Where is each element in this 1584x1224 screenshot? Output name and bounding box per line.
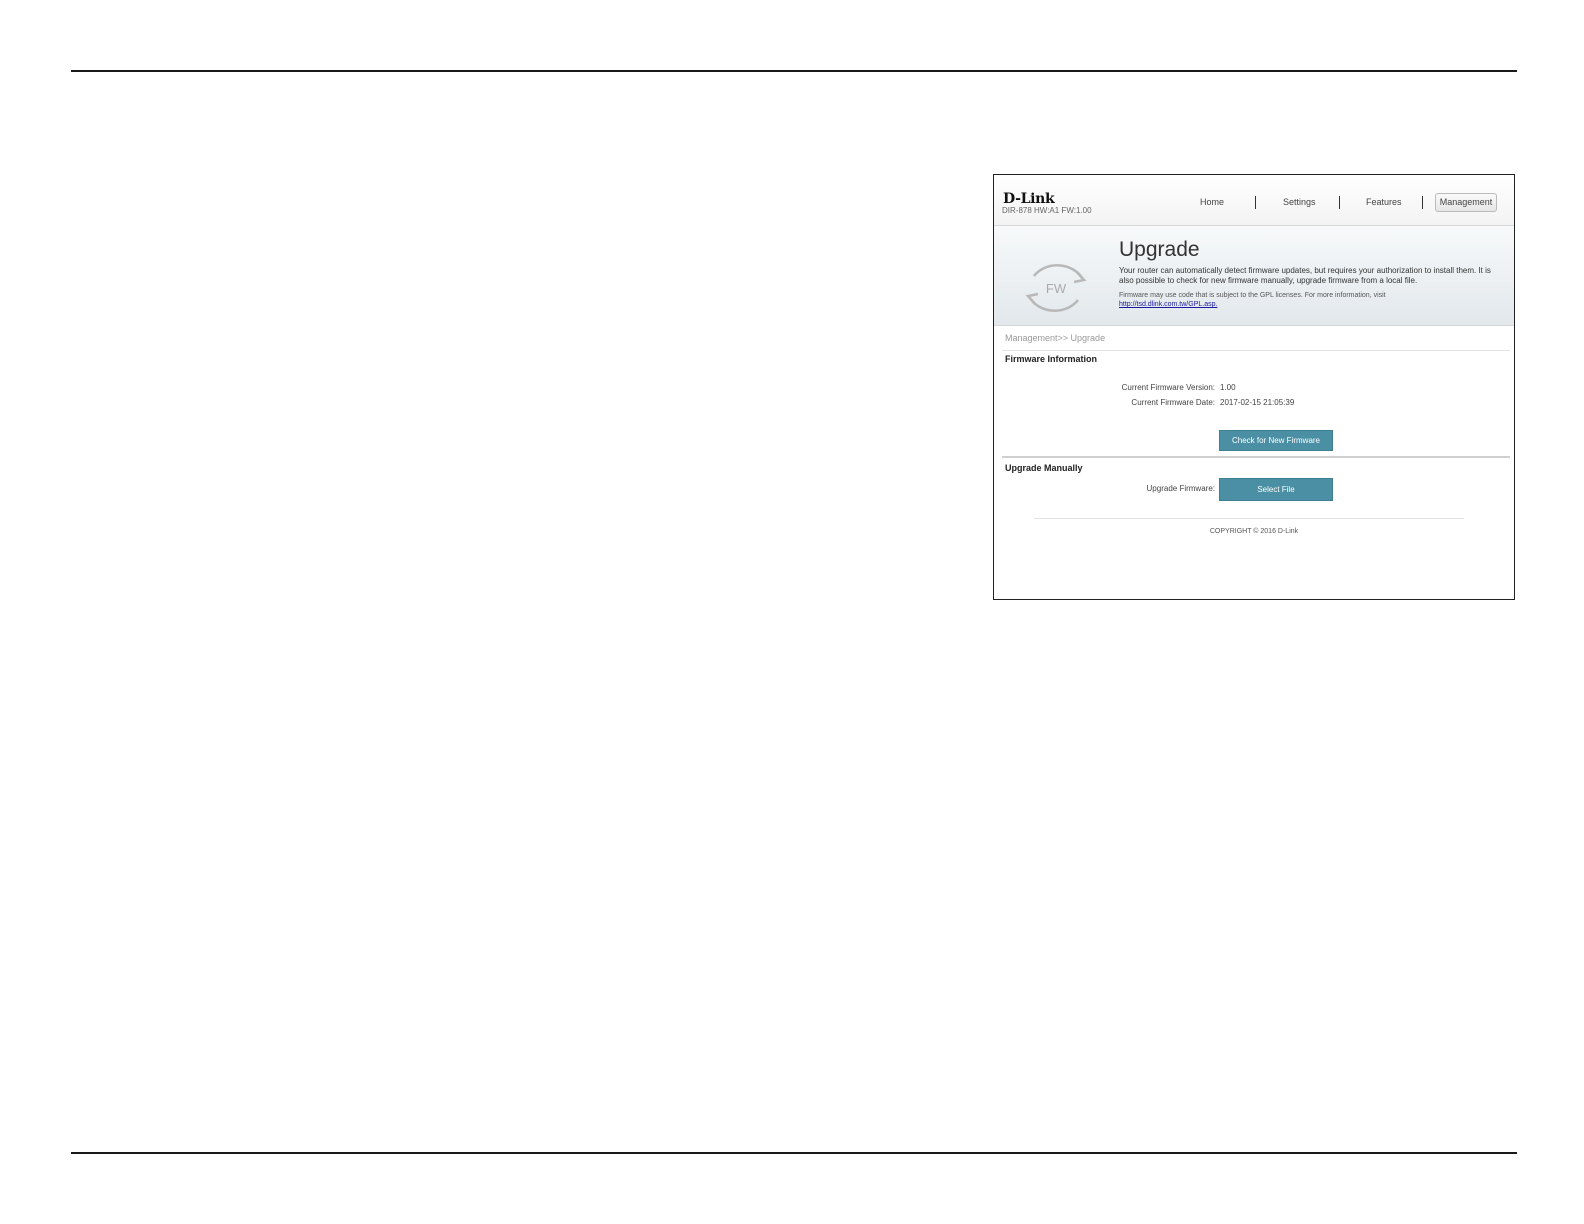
nav-separator	[1255, 196, 1256, 209]
upgrade-banner: FW Upgrade Your router can automatically…	[994, 226, 1514, 326]
page-title: Upgrade	[1119, 238, 1200, 261]
check-firmware-button[interactable]: Check for New Firmware	[1219, 430, 1333, 451]
footer-divider	[1034, 518, 1464, 519]
section-divider	[1002, 456, 1510, 458]
nav-features[interactable]: Features	[1366, 197, 1402, 207]
breadcrumb-divider	[1002, 350, 1510, 351]
firmware-info-heading: Firmware Information	[1005, 354, 1098, 364]
page-bottom-rule	[71, 1152, 1517, 1154]
upgrade-firmware-label: Upgrade Firmware:	[1146, 484, 1215, 493]
nav-settings[interactable]: Settings	[1283, 197, 1316, 207]
nav-management[interactable]: Management	[1435, 193, 1497, 212]
gpl-note: Firmware may use code that is subject to…	[1119, 292, 1386, 299]
firmware-date-label: Current Firmware Date:	[1131, 398, 1215, 407]
page-top-rule	[71, 70, 1517, 72]
firmware-date-value: 2017-02-15 21:05:39	[1220, 398, 1295, 407]
firmware-version-value: 1.00	[1220, 383, 1236, 392]
dlink-logo: D-Link	[1003, 191, 1055, 207]
nav-separator	[1422, 196, 1423, 209]
nav-separator	[1339, 196, 1340, 209]
router-screenshot: D-Link DIR-878 HW:A1 FW:1.00 Home Settin…	[993, 174, 1515, 600]
copyright: COPYRIGHT © 2016 D-Link	[1209, 528, 1299, 535]
firmware-version-label: Current Firmware Version:	[1121, 383, 1215, 392]
nav-home[interactable]: Home	[1200, 197, 1224, 207]
fw-icon-text: FW	[1046, 281, 1067, 296]
gpl-link[interactable]: http://tsd.dlink.com.tw/GPL.asp.	[1119, 301, 1217, 308]
upgrade-manually-heading: Upgrade Manually	[1005, 463, 1083, 473]
upgrade-description: Your router can automatically detect fir…	[1119, 266, 1491, 285]
model-info: DIR-878 HW:A1 FW:1.00	[1002, 206, 1092, 215]
firmware-refresh-icon: FW	[1025, 264, 1087, 312]
select-file-button[interactable]: Select File	[1219, 478, 1333, 501]
breadcrumb: Management>> Upgrade	[1005, 333, 1106, 343]
router-header: D-Link DIR-878 HW:A1 FW:1.00 Home Settin…	[994, 175, 1514, 226]
